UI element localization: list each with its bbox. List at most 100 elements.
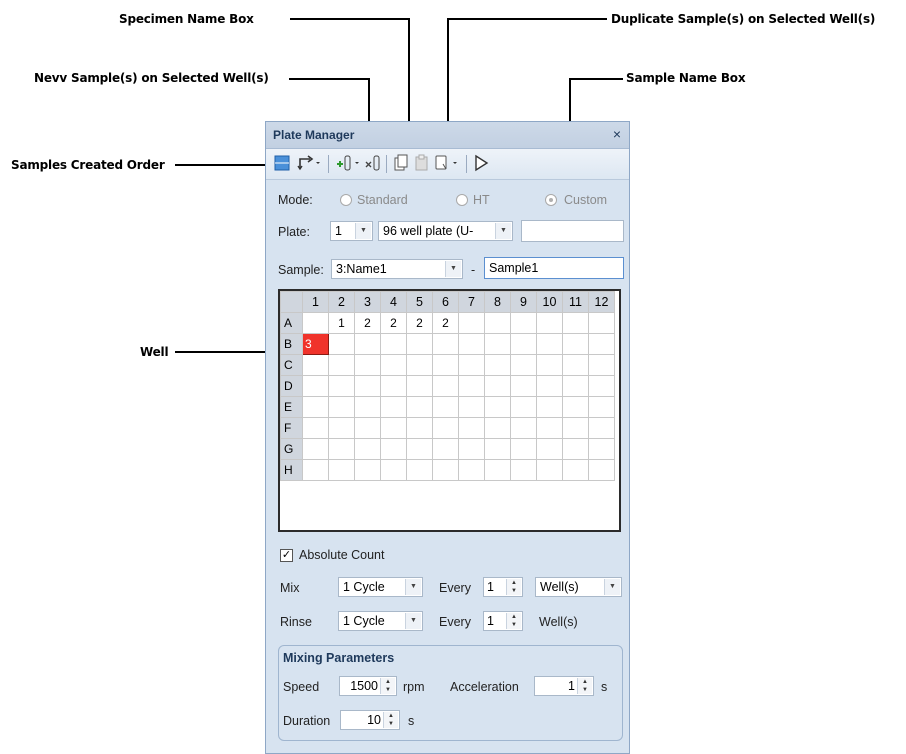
well-cell[interactable]: [328, 375, 355, 397]
well-cell[interactable]: 2: [432, 312, 459, 334]
well-cell[interactable]: [302, 417, 329, 439]
well-cell[interactable]: [510, 417, 537, 439]
radio-standard[interactable]: [340, 194, 352, 206]
sort-order-icon[interactable]: [296, 154, 322, 174]
plate-name-input[interactable]: [521, 220, 624, 242]
paste-icon[interactable]: [414, 154, 430, 174]
well-cell[interactable]: [354, 438, 381, 460]
specimen-name-select[interactable]: 3:Name1 ▼: [331, 259, 463, 279]
row-header[interactable]: A: [280, 312, 303, 334]
well-cell[interactable]: [354, 375, 381, 397]
well-cell[interactable]: [354, 333, 381, 355]
column-header[interactable]: 2: [328, 291, 355, 313]
duration-stepper[interactable]: 10 ▲ ▼: [340, 710, 400, 730]
run-icon[interactable]: [473, 154, 489, 174]
chevron-down-icon[interactable]: ▼: [405, 579, 421, 595]
close-icon[interactable]: ×: [613, 126, 621, 142]
column-header[interactable]: 1: [302, 291, 329, 313]
column-header[interactable]: 6: [432, 291, 459, 313]
mix-unit-select[interactable]: Well(s) ▼: [535, 577, 622, 597]
spin-arrows-icon[interactable]: ▲ ▼: [383, 712, 398, 728]
well-cell[interactable]: [588, 333, 615, 355]
well-cell[interactable]: [432, 396, 459, 418]
mix-every-stepper[interactable]: 1 ▲ ▼: [483, 577, 523, 597]
well-cell[interactable]: [406, 333, 433, 355]
rinse-cycle-select[interactable]: 1 Cycle ▼: [338, 611, 423, 631]
mix-cycle-select[interactable]: 1 Cycle ▼: [338, 577, 423, 597]
column-header[interactable]: 7: [458, 291, 485, 313]
radio-custom[interactable]: [545, 194, 557, 206]
well-cell[interactable]: [432, 333, 459, 355]
absolute-count-checkbox[interactable]: ✓: [280, 549, 293, 562]
well-cell[interactable]: [406, 396, 433, 418]
chevron-down-icon[interactable]: ▼: [355, 223, 371, 239]
well-cell[interactable]: [588, 438, 615, 460]
well-cell[interactable]: [432, 459, 459, 481]
well-cell[interactable]: [432, 354, 459, 376]
radio-ht[interactable]: [456, 194, 468, 206]
well-cell[interactable]: [562, 333, 589, 355]
well-cell[interactable]: [302, 396, 329, 418]
well-cell[interactable]: [536, 417, 563, 439]
well-cell[interactable]: [328, 459, 355, 481]
well-cell[interactable]: [588, 375, 615, 397]
well-cell[interactable]: [536, 459, 563, 481]
well-cell[interactable]: [432, 438, 459, 460]
well-cell[interactable]: [510, 333, 537, 355]
well-cell[interactable]: [302, 438, 329, 460]
well-cell[interactable]: [588, 396, 615, 418]
well-cell[interactable]: [380, 354, 407, 376]
well-cell[interactable]: [536, 354, 563, 376]
row-header[interactable]: E: [280, 396, 303, 418]
row-header[interactable]: F: [280, 417, 303, 439]
well-cell[interactable]: [380, 459, 407, 481]
well-cell[interactable]: [510, 438, 537, 460]
well-cell[interactable]: [588, 417, 615, 439]
chevron-down-icon[interactable]: ▼: [405, 613, 421, 629]
column-header[interactable]: 5: [406, 291, 433, 313]
well-cell[interactable]: [484, 333, 511, 355]
row-header[interactable]: G: [280, 438, 303, 460]
row-header[interactable]: B: [280, 333, 303, 355]
well-cell[interactable]: [380, 417, 407, 439]
well-cell[interactable]: [458, 354, 485, 376]
well-cell[interactable]: [484, 396, 511, 418]
well-cell[interactable]: [432, 375, 459, 397]
plate-number-select[interactable]: 1 ▼: [330, 221, 373, 241]
well-cell[interactable]: [458, 459, 485, 481]
well-cell[interactable]: [328, 333, 355, 355]
well-cell[interactable]: [406, 459, 433, 481]
well-cell[interactable]: [354, 417, 381, 439]
well-cell[interactable]: [458, 438, 485, 460]
well-cell[interactable]: [510, 375, 537, 397]
well-cell[interactable]: [588, 459, 615, 481]
row-header[interactable]: D: [280, 375, 303, 397]
well-cell[interactable]: 2: [406, 312, 433, 334]
column-header[interactable]: 4: [380, 291, 407, 313]
well-cell[interactable]: [302, 354, 329, 376]
column-header[interactable]: 11: [562, 291, 589, 313]
well-cell[interactable]: [484, 438, 511, 460]
well-cell[interactable]: [562, 375, 589, 397]
well-cell[interactable]: [432, 417, 459, 439]
column-header[interactable]: 10: [536, 291, 563, 313]
well-cell[interactable]: [302, 312, 329, 334]
well-cell[interactable]: [510, 312, 537, 334]
well-cell[interactable]: [354, 354, 381, 376]
well-cell[interactable]: 1: [328, 312, 355, 334]
spin-arrows-icon[interactable]: ▲ ▼: [577, 678, 592, 694]
column-header[interactable]: 12: [588, 291, 615, 313]
well-cell[interactable]: [458, 312, 485, 334]
well-cell[interactable]: [406, 354, 433, 376]
grid-view-icon[interactable]: [274, 154, 290, 174]
well-cell[interactable]: [484, 375, 511, 397]
well-cell[interactable]: [302, 375, 329, 397]
well-cell[interactable]: [510, 459, 537, 481]
well-cell[interactable]: [536, 438, 563, 460]
well-cell[interactable]: [536, 333, 563, 355]
well-cell[interactable]: [510, 354, 537, 376]
chevron-down-icon[interactable]: ▼: [495, 223, 511, 239]
rinse-every-stepper[interactable]: 1 ▲ ▼: [483, 611, 523, 631]
well-cell[interactable]: 2: [354, 312, 381, 334]
well-cell[interactable]: [328, 438, 355, 460]
